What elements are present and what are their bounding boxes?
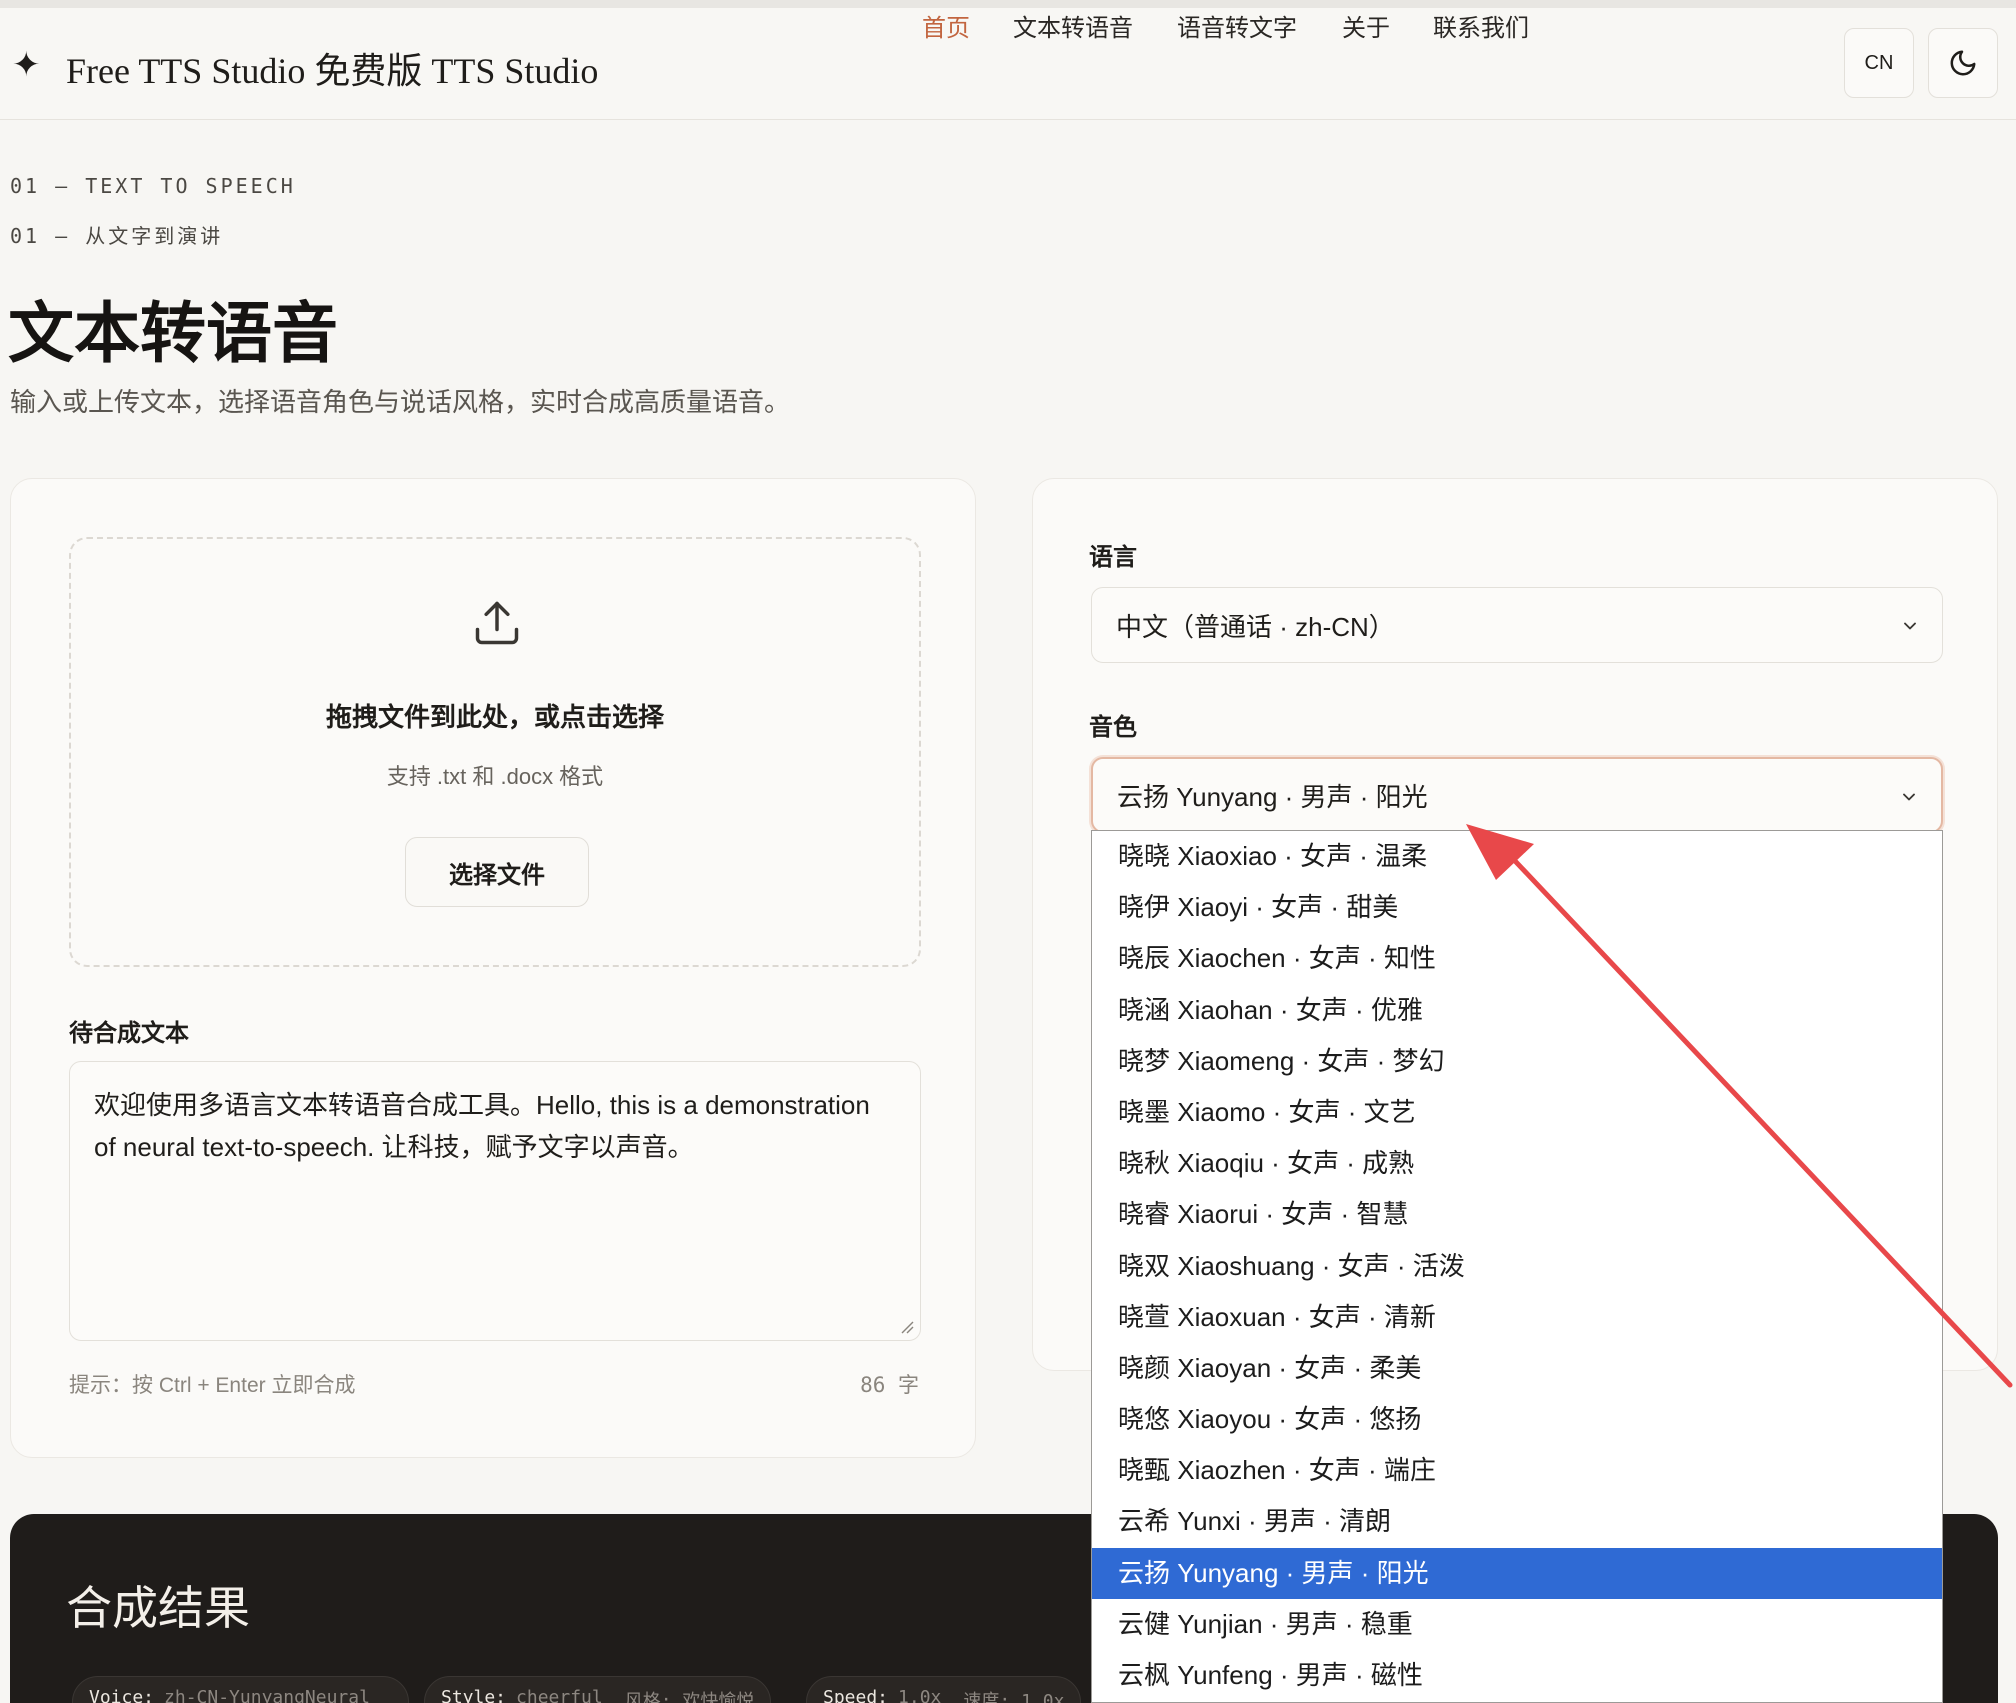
voice-select[interactable]: 云扬 Yunyang · 男声 · 阳光	[1091, 757, 1943, 833]
voice-option[interactable]: 晓辰 Xiaochen · 女声 · 知性	[1092, 933, 1942, 984]
style-chip-value: cheerful	[516, 1687, 603, 1703]
voice-option[interactable]: 晓睿 Xiaorui · 女声 · 智慧	[1092, 1189, 1942, 1240]
text-input-label: 待合成文本	[69, 1020, 189, 1047]
voice-option[interactable]: 晓萱 Xiaoxuan · 女声 · 清新	[1092, 1292, 1942, 1343]
site-header: ✦ Free TTS Studio 免费版 TTS Studio 首页 文本转语…	[0, 8, 2016, 120]
nav-about[interactable]: 关于	[1342, 8, 1390, 43]
sparkle-icon: ✦	[12, 46, 41, 84]
page-title: 文本转语音	[8, 298, 338, 371]
file-dropzone[interactable]: 拖拽文件到此处，或点击选择 支持 .txt 和 .docx 格式 选择文件	[69, 537, 921, 967]
voice-option[interactable]: 云健 Yunjian · 男声 · 稳重	[1092, 1599, 1942, 1650]
style-chip-extra: 风格: 欢快愉悦	[624, 1691, 755, 1703]
section-eyebrow-zh: 01 — 从文字到演讲	[10, 224, 224, 248]
shortcut-hint: 提示：按 Ctrl + Enter 立即合成	[69, 1374, 356, 1397]
language-select-value: 中文（普通话 · zh-CN）	[1116, 611, 1395, 642]
voice-chip-key: Voice:	[89, 1687, 155, 1703]
voice-option[interactable]: 晓梦 Xiaomeng · 女声 · 梦幻	[1092, 1036, 1942, 1087]
voice-select-value: 云扬 Yunyang · 男声 · 阳光	[1117, 781, 1428, 812]
page-subtitle: 输入或上传文本，选择语音角色与说话风格，实时合成高质量语音。	[10, 387, 791, 417]
voice-option[interactable]: 晓晓 Xiaoxiao · 女声 · 温柔	[1092, 831, 1942, 882]
voice-option[interactable]: 晓伊 Xiaoyi · 女声 · 甜美	[1092, 882, 1942, 933]
dropzone-formats: 支持 .txt 和 .docx 格式	[386, 764, 604, 789]
voice-option[interactable]: 晓墨 Xiaomo · 女声 · 文艺	[1092, 1087, 1942, 1138]
section-eyebrow-en: 01 — TEXT TO SPEECH	[10, 174, 296, 198]
style-chip: Style: cheerful 风格: 欢快愉悦	[424, 1676, 772, 1703]
voice-dropdown-list: 晓晓 Xiaoxiao · 女声 · 温柔 晓伊 Xiaoyi · 女声 · 甜美…	[1091, 830, 1943, 1703]
nav-contact[interactable]: 联系我们	[1433, 8, 1529, 43]
language-label: 语言	[1089, 544, 1137, 571]
character-count: 86 字	[860, 1373, 919, 1397]
resize-grip-icon[interactable]	[900, 1320, 914, 1334]
voice-option[interactable]: 云扬 Yunyang · 男声 · 阳光	[1092, 1547, 1942, 1599]
text-input[interactable]: 欢迎使用多语言文本转语音合成工具。Hello, this is a demons…	[69, 1061, 921, 1341]
nav-text-to-speech[interactable]: 文本转语音	[1013, 8, 1133, 43]
voice-chip: Voice: zh-CN-YunyangNeural	[72, 1676, 409, 1703]
choose-file-button[interactable]: 选择文件	[405, 837, 589, 907]
nav-home[interactable]: 首页	[922, 8, 970, 43]
nav-speech-to-text[interactable]: 语音转文字	[1177, 8, 1297, 43]
theme-toggle-button[interactable]	[1928, 28, 1998, 98]
text-input-value: 欢迎使用多语言文本转语音合成工具。Hello, this is a demons…	[94, 1090, 870, 1162]
speed-chip: Speed: 1.0x 速度: 1.0x	[806, 1676, 1082, 1703]
chevron-down-icon	[1903, 793, 1915, 801]
voice-option[interactable]: 晓双 Xiaoshuang · 女声 · 活泼	[1092, 1241, 1942, 1292]
chevron-down-icon	[1904, 622, 1916, 630]
voice-label: 音色	[1089, 714, 1137, 741]
brand-title[interactable]: Free TTS Studio 免费版 TTS Studio	[66, 42, 598, 94]
moon-icon	[1950, 50, 1976, 76]
voice-option[interactable]: 晓秋 Xiaoqiu · 女声 · 成熟	[1092, 1138, 1942, 1189]
voice-option[interactable]: 云希 Yunxi · 男声 · 清朗	[1092, 1496, 1942, 1547]
voice-option[interactable]: 晓悠 Xiaoyou · 女声 · 悠扬	[1092, 1394, 1942, 1445]
voice-option[interactable]: 晓涵 Xiaohan · 女声 · 优雅	[1092, 985, 1942, 1036]
voice-chip-value: zh-CN-YunyangNeural	[164, 1687, 370, 1703]
result-title: 合成结果	[66, 1583, 250, 1634]
style-chip-key: Style:	[441, 1687, 507, 1703]
dropzone-title: 拖拽文件到此处，或点击选择	[325, 702, 664, 732]
language-select[interactable]: 中文（普通话 · zh-CN）	[1091, 587, 1943, 663]
language-toggle-label: CN	[1864, 51, 1894, 74]
speed-chip-value: 1.0x	[898, 1687, 942, 1703]
voice-option[interactable]: 晓甄 Xiaozhen · 女声 · 端庄	[1092, 1445, 1942, 1496]
window-top-edge	[0, 0, 2016, 8]
speed-chip-key: Speed:	[823, 1687, 889, 1703]
voice-option[interactable]: 晓颜 Xiaoyan · 女声 · 柔美	[1092, 1343, 1942, 1394]
language-toggle-button[interactable]: CN	[1844, 28, 1914, 98]
input-card: 拖拽文件到此处，或点击选择 支持 .txt 和 .docx 格式 选择文件 待合…	[10, 478, 976, 1458]
upload-icon	[475, 601, 519, 645]
voice-option[interactable]: 云枫 Yunfeng · 男声 · 磁性	[1092, 1650, 1942, 1701]
speed-chip-extra: 速度: 1.0x	[963, 1691, 1065, 1703]
